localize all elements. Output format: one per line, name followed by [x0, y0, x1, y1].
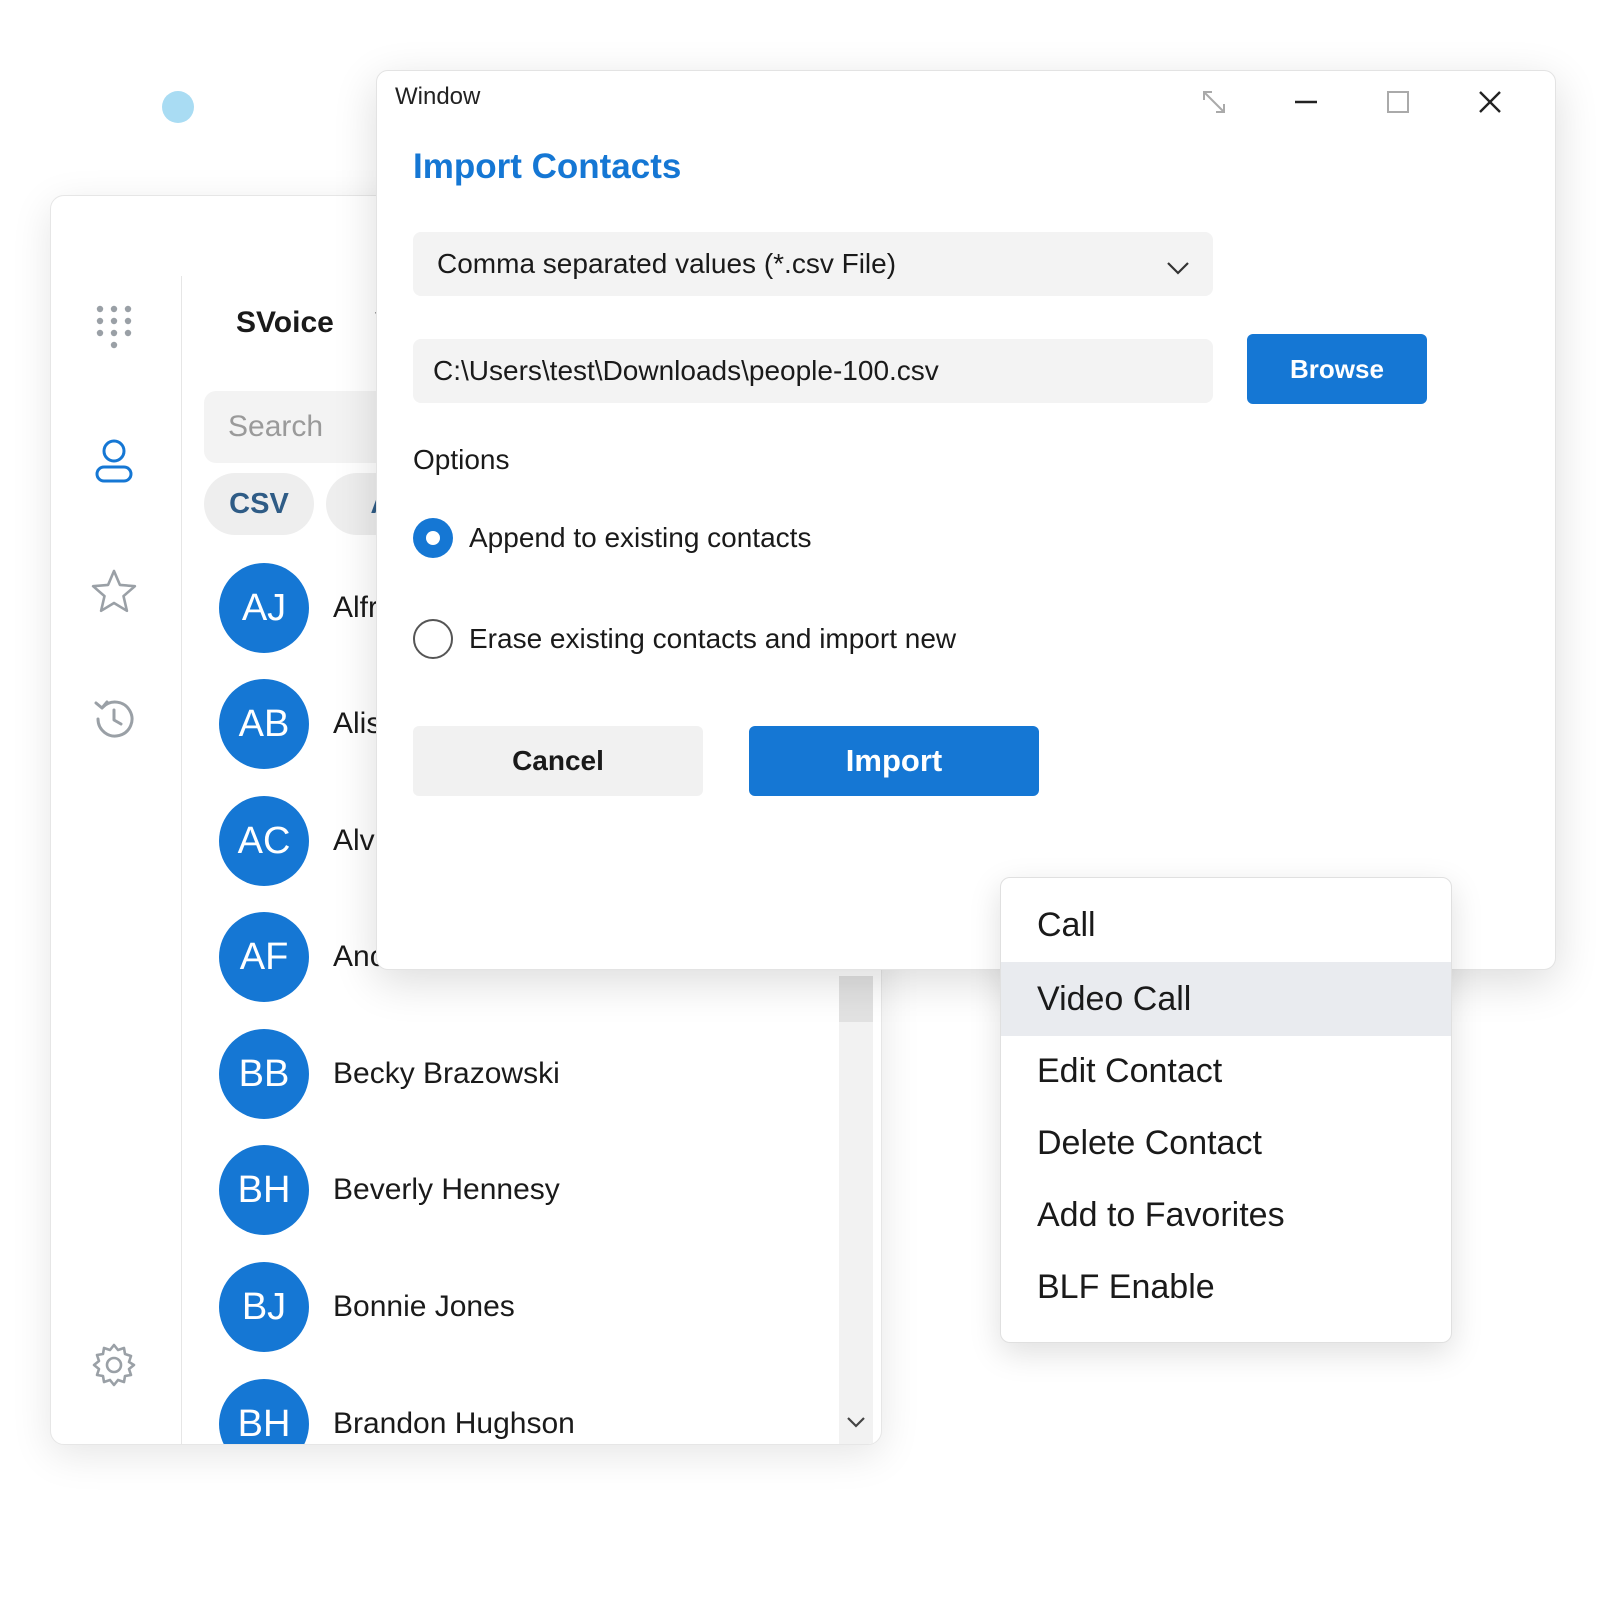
close-icon[interactable] — [1465, 79, 1515, 125]
avatar: AC — [219, 796, 309, 886]
radio-button-unchecked[interactable] — [413, 619, 453, 659]
avatar: AB — [219, 679, 309, 769]
decorative-dot — [162, 91, 194, 123]
maximize-icon[interactable] — [1373, 79, 1423, 125]
contact-row[interactable]: AJ Alfr — [219, 563, 378, 653]
menu-item-add-to-favorites[interactable]: Add to Favorites — [1001, 1178, 1451, 1252]
menu-item-video-call[interactable]: Video Call — [1001, 962, 1451, 1036]
contact-context-menu: Call Video Call Edit Contact Delete Cont… — [1000, 877, 1452, 1343]
contact-row[interactable]: BH Brandon Hughson — [219, 1379, 575, 1444]
contact-row[interactable]: AB Alis — [219, 679, 381, 769]
avatar: AF — [219, 912, 309, 1002]
contact-row[interactable]: AC Alvi — [219, 796, 381, 886]
scroll-down-icon[interactable] — [845, 1415, 867, 1434]
contact-name: Bonnie Jones — [333, 1290, 515, 1323]
file-type-value: Comma separated values (*.csv File) — [437, 248, 897, 279]
browse-button[interactable]: Browse — [1247, 334, 1427, 404]
contact-list-scrollbar[interactable] — [839, 976, 873, 1444]
window-title: Window — [395, 83, 481, 110]
file-path-field[interactable] — [413, 339, 1213, 403]
avatar: AJ — [219, 563, 309, 653]
menu-item-delete-contact[interactable]: Delete Contact — [1001, 1106, 1451, 1180]
contact-row[interactable]: BB Becky Brazowski — [219, 1029, 560, 1119]
avatar: BH — [219, 1145, 309, 1235]
option-append[interactable]: Append to existing contacts — [413, 518, 811, 558]
menu-item-edit-contact[interactable]: Edit Contact — [1001, 1034, 1451, 1108]
cancel-button[interactable]: Cancel — [413, 726, 703, 796]
radio-button-checked[interactable] — [413, 518, 453, 558]
scroll-thumb[interactable] — [839, 976, 873, 1022]
contact-name: Alis — [333, 707, 382, 740]
contact-name: Beverly Hennesy — [333, 1173, 560, 1206]
minimize-icon[interactable] — [1281, 79, 1331, 125]
import-contacts-dialog: Window Import Contacts Comma separated v… — [376, 70, 1556, 970]
contact-row[interactable]: BJ Bonnie Jones — [219, 1262, 515, 1352]
option-label: Erase existing contacts and import new — [469, 623, 957, 654]
contact-name: Alvi — [333, 824, 382, 857]
contact-name: Brandon Hughson — [333, 1407, 575, 1440]
options-label: Options — [413, 444, 510, 475]
resize-icon[interactable] — [1189, 79, 1239, 125]
contact-row[interactable]: BH Beverly Hennesy — [219, 1145, 560, 1235]
avatar: BB — [219, 1029, 309, 1119]
dialog-heading: Import Contacts — [413, 147, 682, 186]
option-erase[interactable]: Erase existing contacts and import new — [413, 619, 956, 659]
avatar: BJ — [219, 1262, 309, 1352]
file-type-select[interactable]: Comma separated values (*.csv File) — [413, 232, 1213, 296]
menu-item-blf-enable[interactable]: BLF Enable — [1001, 1250, 1451, 1324]
option-label: Append to existing contacts — [469, 522, 812, 553]
avatar: BH — [219, 1379, 309, 1444]
import-button[interactable]: Import — [749, 726, 1039, 796]
chevron-down-icon — [1165, 252, 1191, 284]
contact-name: Alfr — [333, 591, 378, 624]
menu-item-call[interactable]: Call — [1001, 888, 1451, 962]
contact-name: Becky Brazowski — [333, 1057, 560, 1090]
contact-row[interactable]: AF Anc — [219, 912, 385, 1002]
